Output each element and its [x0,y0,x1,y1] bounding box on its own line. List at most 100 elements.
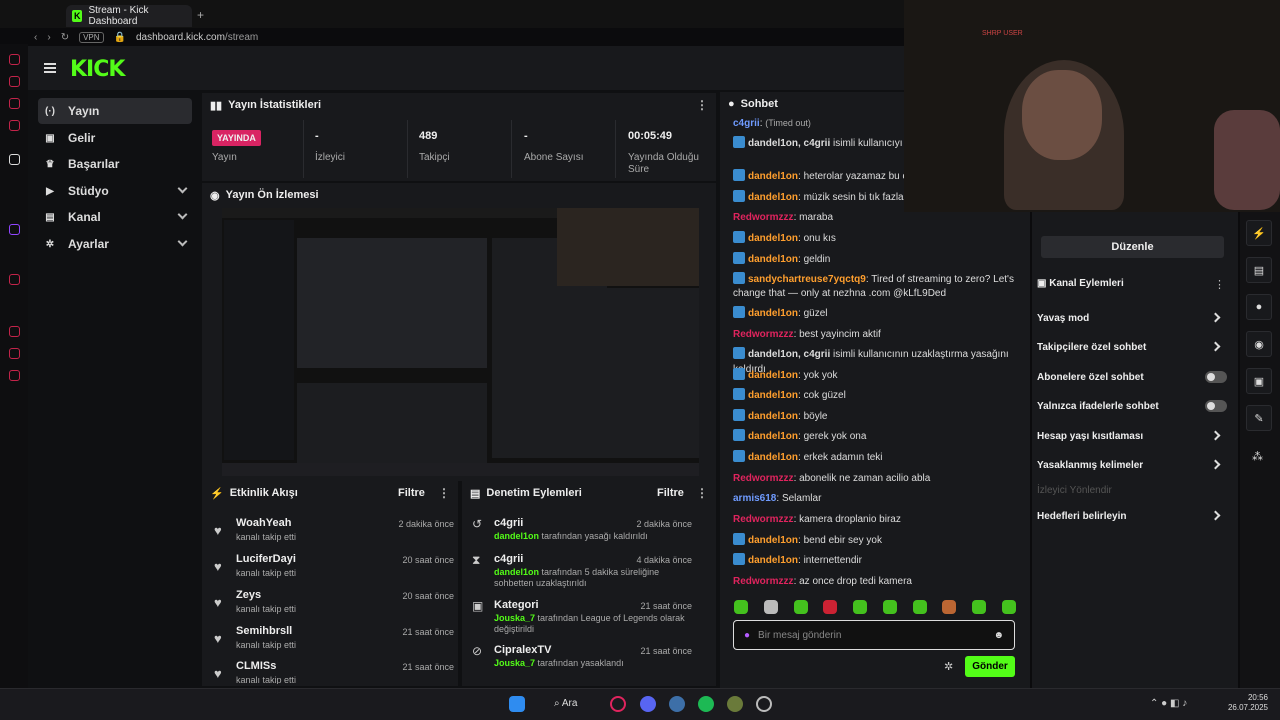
toggle-switch[interactable] [1205,400,1227,412]
steam-icon[interactable] [669,696,685,712]
chat-username[interactable]: Redwormzzz [733,212,794,223]
chat-username[interactable]: dandel1on [748,171,798,182]
tray-icons[interactable]: ⌃ ● ◧ ♪ [1150,698,1187,709]
more-icon[interactable]: ⋮ [696,486,708,500]
chat-username[interactable]: Redwormzzz [733,329,794,340]
chat-username[interactable]: sandychartreuse7yqctq9 [748,274,866,285]
chat-username[interactable]: dandel1on [748,555,798,566]
player-icon[interactable] [9,274,20,285]
nav-item-gelir[interactable]: ▣ Gelir [38,125,192,151]
app-icon[interactable] [756,696,772,712]
chat-username[interactable]: dandel1on, c4grii [748,138,830,149]
start-icon[interactable] [509,696,525,712]
chat-username[interactable]: dandel1on [748,192,798,203]
document-icon[interactable]: ▤ [1246,257,1272,283]
chat-username[interactable]: Redwormzzz [733,576,794,587]
twitch-icon[interactable] [9,224,20,235]
chat-username[interactable]: dandel1on [748,254,798,265]
chat-username[interactable]: dandel1on [748,431,798,442]
emote-icon[interactable] [972,600,987,614]
emote-icon[interactable] [942,600,957,614]
action-banned-words[interactable]: Yasaklanmış kelimeler [1037,455,1227,475]
browser-tab[interactable]: K Stream - Kick Dashboard [66,5,192,27]
nav-item-basarilar[interactable]: ♛ Başarılar [38,151,192,177]
chat-settings-icon[interactable]: ✲ [944,660,953,673]
chat-username[interactable]: dandel1on [748,370,798,381]
clock[interactable]: 20:56 26.07.2025 [1226,693,1268,713]
activity-filter-button[interactable]: Filtre [398,487,425,499]
opera-icon[interactable] [610,696,626,712]
apps-icon[interactable]: ⁂ [1252,450,1263,463]
chat-username[interactable]: armis618 [733,493,776,504]
app-icon[interactable] [727,696,743,712]
chat-username[interactable]: dandel1on [748,411,798,422]
window-icon[interactable]: ▣ [1246,368,1272,394]
menu-icon[interactable] [44,63,56,73]
chat-username[interactable]: dandel1on [748,233,798,244]
emote-icon[interactable] [882,600,897,614]
extensions-icon[interactable] [9,348,20,359]
taskbar-search[interactable]: ⌕ Ara [554,698,577,709]
action-slow-mode[interactable]: Yavaş mod [1037,308,1227,328]
moderation-filter-button[interactable]: Filtre [657,487,684,499]
chat-username[interactable]: Redwormzzz [733,514,794,525]
pin-icon[interactable] [9,154,20,165]
action-emotes-only[interactable]: Yalnızca ifadelerle sohbet [1037,396,1227,416]
chat-username[interactable]: dandel1on [748,535,798,546]
instagram-icon[interactable] [9,76,20,87]
edit-button[interactable]: Düzenle [1041,236,1224,258]
emote-icon[interactable] [912,600,927,614]
back-icon[interactable]: ‹ [34,32,37,43]
chat-username[interactable]: Redwormzzz [733,473,794,484]
discord-icon[interactable] [640,696,656,712]
emote-icon[interactable] [793,600,808,614]
emote-icon[interactable] [853,600,868,614]
emote-icon[interactable] [763,600,778,614]
chat-username[interactable]: dandel1on [748,390,798,401]
nav-item-ayarlar[interactable]: ✲ Ayarlar [38,231,192,257]
bolt-icon[interactable]: ⚡ [1246,220,1272,246]
nav-item-yayin[interactable]: (·) Yayın [38,98,192,124]
reload-icon[interactable]: ↻ [61,32,69,43]
mic-icon[interactable]: ● [744,630,750,641]
new-tab-icon[interactable]: + [197,8,204,22]
action-followers-only[interactable]: Takipçilere özel sohbet [1037,337,1227,357]
emote-icon[interactable] [734,600,748,614]
toggle-switch[interactable] [1205,371,1227,383]
forward-icon[interactable]: › [47,32,50,43]
chat-text: (Timed out) [765,118,811,128]
messenger-icon[interactable] [9,54,20,65]
chat-text: abonelik ne zaman acilio abla [799,473,931,484]
wrench-icon[interactable]: ✎ [1246,405,1272,431]
address-bar[interactable]: ‹ › ↻ VPN 🔒 dashboard.kick.com/stream [24,28,904,46]
vpn-badge[interactable]: VPN [79,31,104,43]
emote-icon[interactable] [823,600,838,614]
broadcast-icon[interactable]: ◉ [1246,331,1272,357]
chat-icon[interactable]: ● [1246,294,1272,320]
more-icon[interactable]: ⋮ [696,98,708,112]
stream-preview[interactable] [222,208,699,476]
send-button[interactable]: Gönder [965,656,1015,677]
chat-username[interactable]: dandel1on [748,452,798,463]
chat-username[interactable]: c4grii [733,118,760,129]
action-set-goals[interactable]: Hedefleri belirleyin [1037,506,1227,526]
more-icon[interactable]: ⋮ [438,486,450,500]
history-icon[interactable] [9,326,20,337]
whatsapp-icon[interactable] [9,98,20,109]
chat-message: dandel1on: erkek adamın teki [733,450,1018,465]
action-account-age[interactable]: Hesap yaşı kısıtlaması [1037,426,1227,446]
kick-logo[interactable]: KICK [70,57,125,82]
spotify-icon[interactable] [698,696,714,712]
chat-input[interactable]: ● Bir mesaj gönderin ☻ [733,620,1015,650]
settings-icon[interactable] [9,370,20,381]
more-icon[interactable]: ⋮ [1214,278,1225,291]
nav-item-kanal[interactable]: ▤ Kanal [38,204,192,230]
chat-username[interactable]: dandel1on [748,308,798,319]
action-subscribers-only[interactable]: Abonelere özel sohbet [1037,367,1227,387]
nav-item-studyo[interactable]: ▶ Stüdyo [38,178,192,204]
badge-icon [733,169,745,181]
mail-icon[interactable] [9,120,20,131]
emote-icon[interactable] [1001,600,1016,614]
emoji-icon[interactable]: ☻ [993,630,1004,641]
chat-username[interactable]: dandel1on, c4grii [748,349,830,360]
